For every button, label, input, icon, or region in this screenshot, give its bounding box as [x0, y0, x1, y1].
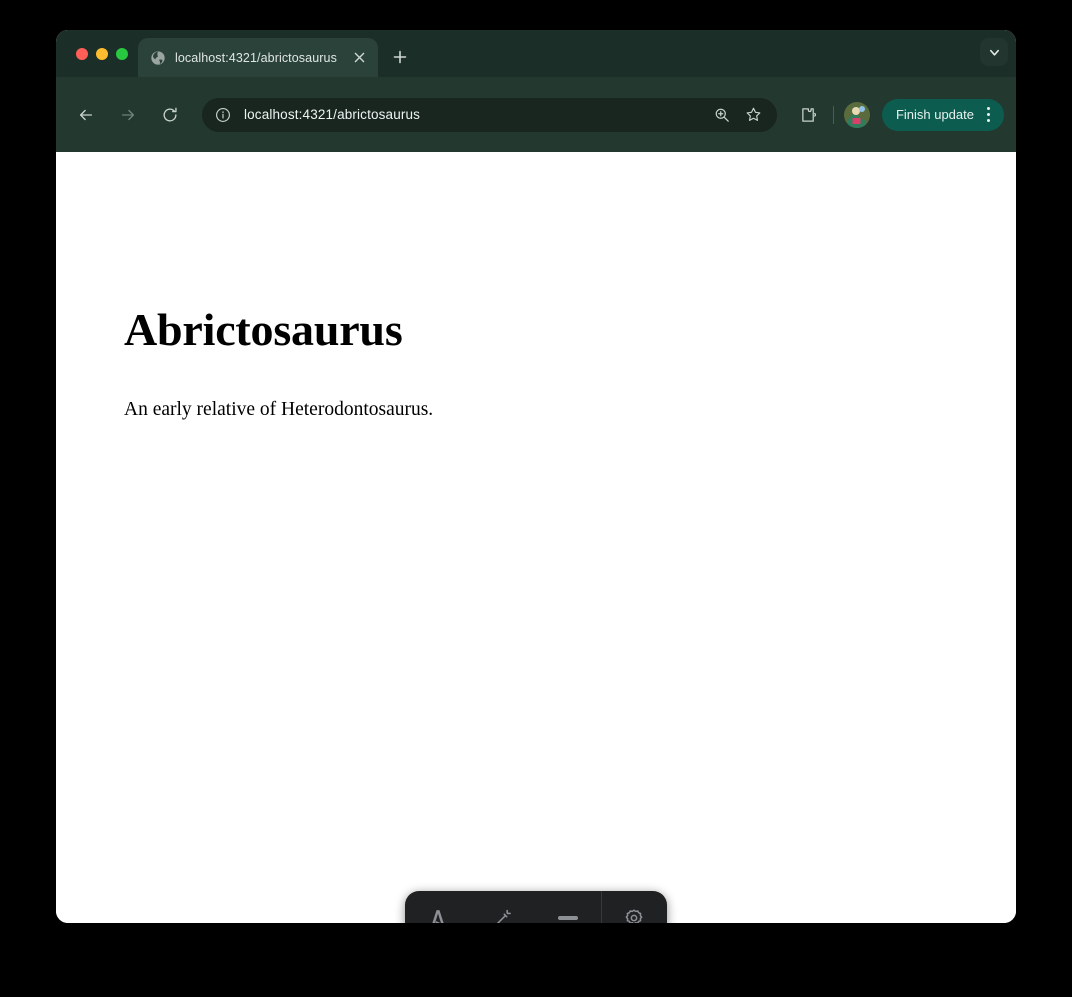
arrow-left-icon[interactable] [70, 99, 102, 131]
omnibox-actions [709, 102, 767, 128]
kebab-menu-icon[interactable] [978, 103, 998, 127]
window-controls [56, 30, 138, 77]
kebab-dot [986, 107, 990, 110]
window-close-button[interactable] [76, 47, 88, 60]
page-title: Abrictosaurus [124, 304, 403, 355]
kebab-dot [986, 119, 990, 122]
page-paragraph: An early relative of Heterodontosaurus. [124, 399, 434, 420]
browser-tab-active[interactable]: localhost:4321/abrictosaurus [138, 38, 378, 77]
puzzle-piece-icon[interactable] [793, 100, 823, 130]
address-bar[interactable]: localhost:4321/abrictosaurus [202, 97, 777, 132]
browser-toolbar: localhost:4321/abrictosaurus Finish upda… [56, 77, 1016, 152]
astro-logo-icon[interactable] [405, 891, 470, 923]
toolbar-divider [832, 105, 834, 124]
page-content: Abrictosaurus An early relative of Heter… [56, 152, 1016, 923]
close-icon[interactable] [350, 48, 370, 68]
chevron-down-icon[interactable] [980, 38, 1008, 66]
profile-avatar[interactable] [843, 101, 870, 128]
plus-icon[interactable] [386, 43, 414, 71]
globe-icon [151, 50, 165, 65]
audit-wand-icon[interactable] [470, 891, 535, 923]
zoom-in-icon[interactable] [709, 102, 735, 128]
settings-gear-icon[interactable] [602, 891, 667, 923]
finish-update-button[interactable]: Finish update [881, 98, 1004, 131]
browser-window: localhost:4321/abrictosaurus localhost:4… [56, 30, 1016, 923]
tab-title: localhost:4321/abrictosaurus [175, 50, 337, 65]
arrow-right-icon[interactable] [112, 99, 144, 131]
reload-icon[interactable] [154, 99, 186, 131]
inspect-bar-icon[interactable] [536, 891, 601, 923]
window-minimize-button[interactable] [96, 47, 108, 60]
kebab-dot [986, 113, 990, 116]
finish-update-label: Finish update [895, 107, 974, 122]
star-icon[interactable] [741, 102, 767, 128]
address-bar-text: localhost:4321/abrictosaurus [244, 107, 421, 122]
info-circle-icon[interactable] [212, 104, 234, 126]
window-maximize-button[interactable] [116, 47, 128, 60]
tab-strip: localhost:4321/abrictosaurus [56, 30, 1016, 77]
astro-dev-toolbar [405, 891, 667, 923]
